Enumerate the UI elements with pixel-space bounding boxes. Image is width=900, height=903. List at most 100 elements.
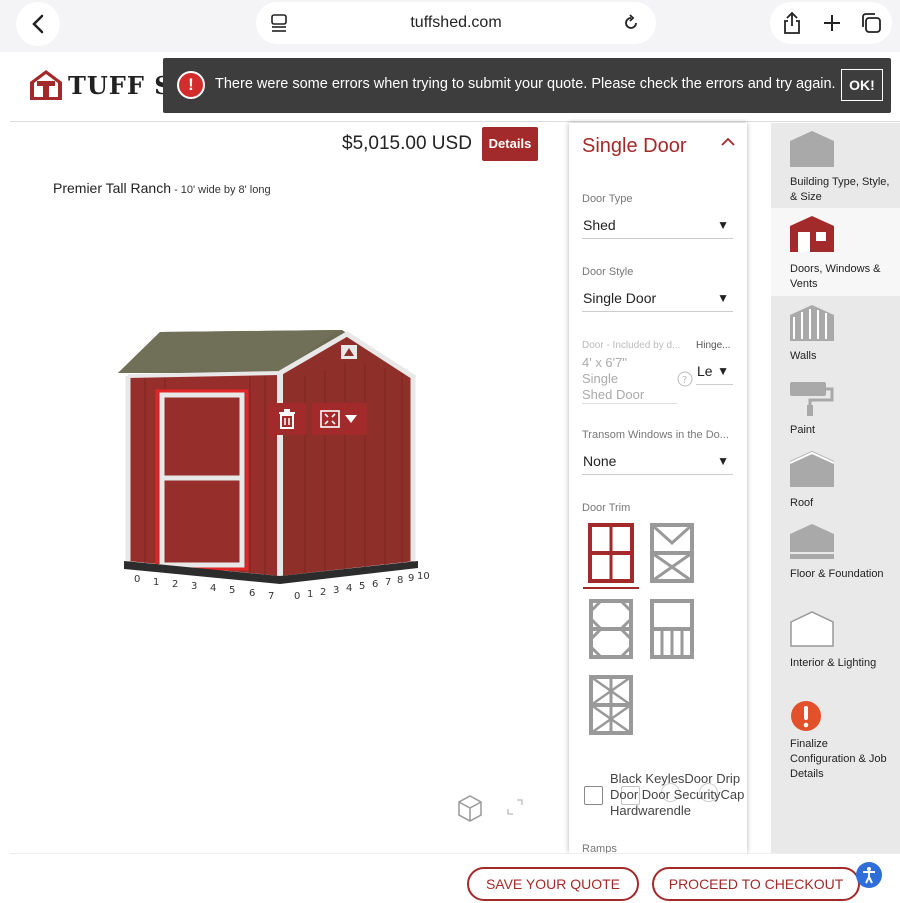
transom-select[interactable]: None ▼ — [582, 449, 733, 475]
svg-text:7: 7 — [268, 591, 274, 602]
door-config-panel: Single Door Door Type Shed ▼ Door Style … — [569, 123, 747, 853]
trash-icon — [279, 409, 295, 429]
details-button[interactable]: Details — [482, 127, 538, 161]
nav-finalize[interactable]: Finalize Configuration & Job Details — [771, 694, 900, 794]
svg-text:6: 6 — [372, 579, 378, 590]
door-type-select[interactable]: Shed ▼ — [582, 213, 733, 239]
ramps-label: Ramps — [582, 843, 617, 853]
trim-option-5[interactable] — [586, 673, 636, 742]
trim-option-2[interactable] — [647, 521, 697, 590]
chevron-left-icon — [32, 14, 44, 34]
svg-text:9: 9 — [408, 573, 414, 584]
browser-toolbar: tuffshed.com — [0, 0, 900, 52]
error-message: There were some errors when trying to su… — [215, 76, 836, 92]
svg-text:0: 0 — [294, 591, 300, 602]
address-bar[interactable]: tuffshed.com — [256, 2, 656, 44]
nav-paint[interactable]: Paint — [771, 371, 900, 444]
shed-name: Premier Tall Ranch — [53, 180, 172, 196]
nav-building-type[interactable]: Building Type, Style, & Size — [771, 123, 900, 208]
door-options-dropdown[interactable] — [312, 403, 367, 435]
shed-size: - 10' wide by 8' long — [171, 184, 271, 196]
new-tab-icon[interactable] — [822, 13, 842, 33]
svg-text:3: 3 — [191, 581, 197, 592]
svg-text:2: 2 — [320, 587, 326, 598]
accessibility-button[interactable] — [856, 862, 882, 888]
transom-value: None — [583, 453, 617, 469]
trim-double-x-icon — [589, 675, 633, 735]
svg-text:3: 3 — [333, 585, 339, 596]
svg-text:1: 1 — [307, 589, 313, 600]
door-model-text: Shed Door — [582, 387, 645, 402]
svg-text:2: 2 — [172, 579, 178, 590]
nav-label: Finalize Configuration & Job Details — [790, 738, 887, 780]
svg-text:5: 5 — [229, 585, 235, 596]
door-included-field: 4' x 6'7" Single Shed Door — [582, 355, 677, 404]
caret-down-icon: ▼ — [717, 218, 729, 232]
svg-text:4: 4 — [210, 583, 216, 594]
trim-plain-icon — [583, 523, 639, 589]
walls-icon — [790, 305, 834, 341]
config-step-nav: Building Type, Style, & Size Doors, Wind… — [771, 123, 900, 853]
door-size-text: 4' x 6'7" — [582, 355, 627, 370]
svg-text:4: 4 — [346, 583, 352, 594]
trim-option-3[interactable] — [586, 597, 636, 666]
trim-diamond-icon — [589, 599, 633, 659]
shed-viewer: $5,015.00 USD Details Premier Tall Ranch… — [10, 123, 545, 853]
view-controls — [450, 788, 523, 833]
nav-label: Building Type, Style, & Size — [790, 176, 890, 203]
transom-label: Transom Windows in the Do... — [582, 429, 729, 441]
collapse-icon — [320, 410, 340, 428]
door-kind-text: Single — [582, 371, 619, 386]
nav-walls[interactable]: Walls — [771, 296, 900, 371]
help-icon[interactable]: ? — [677, 371, 693, 387]
shed-3d-render[interactable]: 01234567 0 1 2 3 4 5 6 7 8 9 10 — [110, 318, 440, 618]
share-icon[interactable] — [782, 11, 802, 35]
back-button[interactable] — [16, 2, 60, 46]
fullscreen-icon[interactable] — [506, 798, 524, 816]
svg-text:1: 1 — [153, 577, 159, 588]
trim-vertical-icon — [650, 599, 694, 659]
nav-floor-foundation[interactable]: Floor & Foundation — [771, 517, 900, 604]
trim-option-1[interactable] — [582, 521, 640, 596]
paint-roller-icon — [790, 382, 834, 416]
nav-label: Doors, Windows & Vents — [790, 263, 881, 290]
chevron-up-icon[interactable] — [721, 137, 735, 146]
interior-icon — [790, 611, 834, 647]
nav-roof[interactable]: Roof — [771, 444, 900, 517]
hinge-select[interactable]: Le ▼ — [696, 359, 733, 385]
caret-down-icon: ▼ — [717, 291, 729, 305]
hinge-label: Hinge... — [696, 340, 731, 351]
nav-doors-windows[interactable]: Doors, Windows & Vents — [771, 208, 900, 296]
url-text: tuffshed.com — [410, 14, 502, 31]
roof-icon — [790, 451, 834, 487]
svg-text:10: 10 — [417, 571, 430, 582]
reload-icon[interactable] — [622, 14, 640, 32]
svg-text:0: 0 — [134, 574, 140, 585]
floor-icon — [790, 524, 834, 559]
nav-label: Roof — [790, 497, 814, 509]
svg-text:8: 8 — [397, 575, 403, 586]
checkbox-labels-line-1: Black KeylesDoor Drip — [610, 771, 741, 786]
caret-down-icon: ▼ — [717, 364, 729, 378]
nav-interior-lighting[interactable]: Interior & Lighting — [771, 604, 900, 694]
error-ok-button[interactable]: OK! — [841, 69, 883, 101]
checkbox-black-door-hardware[interactable] — [584, 786, 603, 805]
bottom-action-bar: SAVE YOUR QUOTE PROCEED TO CHECKOUT — [10, 853, 900, 903]
3d-view-icon[interactable] — [450, 788, 490, 828]
door-style-value: Single Door — [583, 290, 657, 306]
door-style-label: Door Style — [582, 266, 634, 278]
tabs-icon[interactable] — [860, 12, 882, 34]
checkout-button[interactable]: PROCEED TO CHECKOUT — [652, 867, 860, 901]
save-quote-button[interactable]: SAVE YOUR QUOTE — [467, 867, 639, 901]
nav-label: Paint — [790, 424, 816, 436]
door-trim-label: Door Trim — [582, 502, 631, 514]
door-style-select[interactable]: Single Door ▼ — [582, 286, 733, 312]
delete-door-button[interactable] — [268, 403, 306, 435]
door-type-value: Shed — [583, 217, 616, 233]
hinge-value: Le — [697, 363, 713, 379]
nav-label: Walls — [790, 350, 817, 362]
svg-text:6: 6 — [249, 588, 255, 599]
checkbox-labels-line-2: Door Door SecurityCap — [610, 787, 745, 802]
error-icon — [791, 701, 821, 731]
trim-option-4[interactable] — [647, 597, 697, 666]
